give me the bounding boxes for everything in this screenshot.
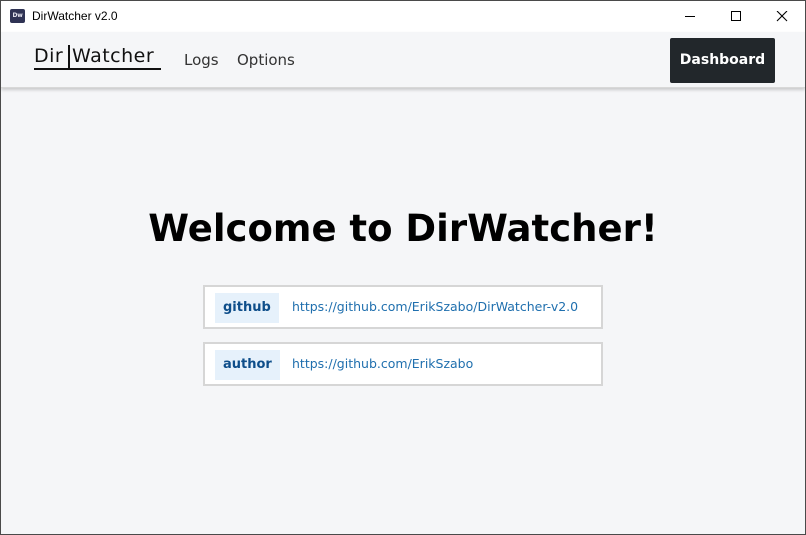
author-url-link[interactable]: https://github.com/ErikSzabo [292, 344, 473, 384]
author-link-card: author https://github.com/ErikSzabo [203, 342, 603, 386]
logo-divider [68, 45, 70, 69]
minimize-icon [685, 16, 695, 17]
nav-link-logs[interactable]: Logs [184, 51, 219, 69]
logo-text-watcher: Watcher [72, 45, 155, 67]
maximize-button[interactable] [713, 1, 759, 32]
github-tag: github [215, 293, 279, 323]
close-button[interactable] [759, 1, 805, 32]
title-bar[interactable]: Dw DirWatcher v2.0 [1, 1, 805, 32]
app-window: Dw DirWatcher v2.0 Dir Watcher Logs Opti… [0, 0, 806, 535]
minimize-button[interactable] [667, 1, 713, 32]
author-tag: author [215, 350, 280, 380]
github-link-card: github https://github.com/ErikSzabo/DirW… [203, 285, 603, 329]
logo-text-dir: Dir [34, 45, 64, 67]
welcome-heading: Welcome to DirWatcher! [148, 207, 658, 250]
navbar: Dir Watcher Logs Options Dashboard [1, 32, 805, 88]
close-icon [776, 11, 788, 22]
github-url-link[interactable]: https://github.com/ErikSzabo/DirWatcher-… [292, 287, 578, 327]
nav-link-options[interactable]: Options [237, 51, 295, 69]
logo-underline [34, 68, 161, 70]
dashboard-button[interactable]: Dashboard [670, 38, 775, 83]
window-title: DirWatcher v2.0 [32, 9, 118, 23]
app-icon: Dw [10, 9, 25, 23]
maximize-icon [731, 11, 741, 21]
